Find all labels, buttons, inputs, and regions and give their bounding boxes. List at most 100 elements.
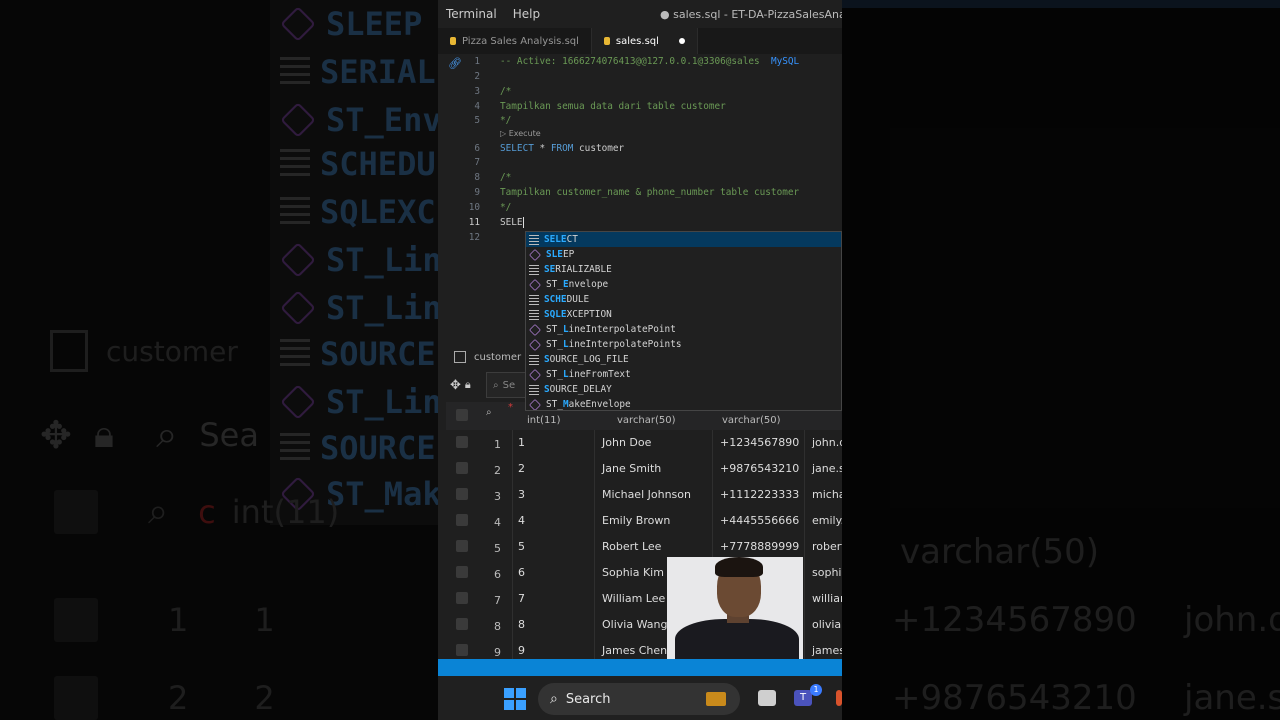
file-explorer-icon[interactable] [758,690,776,706]
cell-id: 3 [518,488,525,501]
suggestion-text: SE [544,264,556,275]
windows-start-icon[interactable] [504,688,526,710]
tab-pizza-sales-analysis[interactable]: Pizza Sales Analysis.sql [438,28,592,54]
bg-cell: john.d [1184,600,1280,640]
cell-name: James Chen [602,644,668,657]
suggestion-text: DULE [566,294,590,305]
bg-results-tab: customer [50,330,238,372]
row-checkbox[interactable] [456,618,468,630]
line-number: 2 [474,71,480,82]
line-number: 10 [468,202,480,213]
code-line-10: */ [500,202,512,213]
move-icon: ✥ [40,412,72,457]
menu-terminal[interactable]: Terminal [438,7,505,21]
suggestion-item[interactable]: ST_ MakeEnvelope [526,397,841,410]
suggestion-item[interactable]: S OURCE_LOG_FILE [526,352,841,367]
cube-icon [529,338,541,351]
row-checkbox[interactable] [456,566,468,578]
select-all-checkbox[interactable] [456,409,468,421]
cell-id: 2 [518,462,525,475]
bg-cell: +9876543210 [892,678,1137,718]
notification-badge: 1 [810,684,822,696]
suggestion-item[interactable]: S OURCE_DELAY [526,382,841,397]
suggestion-text: SQLE [544,309,567,320]
bg-suggest-row: ST_Lin [280,236,438,284]
row-number: 2 [494,464,501,477]
bg-row: 1 1 [54,598,275,642]
cell-name: Olivia Wang [602,618,668,631]
suggestion-item[interactable]: SQLE XCEPTION [526,307,841,322]
text-cursor [522,217,524,228]
row-number: 8 [494,620,501,633]
cell-id: 1 [518,436,525,449]
bg-suggest-row: ST_Env [280,96,438,144]
suggestion-text: ST_ [546,279,563,290]
app-icon[interactable] [836,690,842,706]
suggestion-text: RIALIZABLE [555,264,612,275]
keyword-icon [529,294,539,305]
suggestion-text: ST_ [546,399,563,410]
cell-email: robert [812,540,842,553]
cell-phone: +4445556666 [720,514,800,527]
cell-phone: +9876543210 [720,462,800,475]
line-number: 11 [468,217,480,228]
column-type-name: varchar(50) [617,415,676,426]
teams-icon[interactable]: T [794,690,812,706]
row-checkbox[interactable] [456,644,468,656]
search-highlight-icon [706,692,726,706]
table-icon [454,351,466,363]
move-icon[interactable]: ✥ [450,378,461,393]
row-checkbox[interactable] [456,514,468,526]
code-line-8: /* [500,172,512,183]
cube-icon [529,278,541,291]
row-checkbox[interactable] [456,540,468,552]
code-line-6: SELECT * FROM customer [500,143,625,154]
table-row[interactable]: 2 2 Jane Smith +9876543210 jane.sı [446,456,842,482]
row-checkbox[interactable] [456,436,468,448]
row-number: 4 [494,516,501,529]
row-checkbox[interactable] [456,592,468,604]
bg-suggest-row: ST_Lin [280,284,438,332]
suggestion-item[interactable]: ST_ LineInterpolatePoints [526,337,841,352]
cell-name: Robert Lee [602,540,662,553]
bg-row: 2 2 [54,676,275,720]
row-number: 3 [494,490,501,503]
line-number: 7 [474,157,480,168]
code-line-1: -- Active: 1666274076413@@127.0.0.1@3306… [500,56,800,67]
suggestion-item[interactable]: SLE EP [526,247,841,262]
suggestion-text: CT [566,234,578,245]
keyword-icon [280,433,310,463]
suggestion-item[interactable]: SCHE DULE [526,292,841,307]
execute-codelens[interactable]: ▷ Execute [500,129,541,138]
keyword-icon [280,197,310,227]
cell-name: Michael Johnson [602,488,691,501]
table-row[interactable]: 3 3 Michael Johnson +1112223333 micha [446,482,842,508]
background-left: SLEEP SERIAL ST_Env SCHEDU SQLEXC ST_Lin… [0,0,438,720]
row-checkbox[interactable] [456,488,468,500]
suggestion-item[interactable]: SELE CT [526,232,841,247]
row-checkbox[interactable] [456,462,468,474]
keyword-icon [529,384,539,395]
suggestion-item[interactable]: SE RIALIZABLE [526,262,841,277]
bg-suggest-row: SERIAL [280,48,436,96]
code-line-3: /* [500,86,512,97]
suggestion-item[interactable]: ST_ Envelope [526,277,841,292]
cell-id: 8 [518,618,525,631]
unsaved-dot-icon[interactable] [678,38,685,44]
table-row[interactable]: 1 1 John Doe +1234567890 john.d [446,430,842,456]
table-row[interactable]: 4 4 Emily Brown +4445556666 emily.l [446,508,842,534]
cell-id: 5 [518,540,525,553]
line-number: 6 [474,143,480,154]
suggestion-item[interactable]: ST_ LineFromText [526,367,841,382]
lock-icon[interactable]: 🔒︎ [465,378,471,392]
autocomplete-suggestions: SELE CT SLE EP SE RIALIZABLE ST_ Envelope SCHE DU… [525,231,842,411]
column-type-phone: varchar(50) [722,415,781,426]
filter-search-icon[interactable]: ⌕ [486,407,492,418]
taskbar-search[interactable]: ⌕ Search [538,683,740,715]
line-number: 3 [474,86,480,97]
cell-email: willian [812,592,842,605]
cube-icon [280,242,316,278]
menu-help[interactable]: Help [505,7,548,21]
tab-sales-sql[interactable]: sales.sql [591,28,698,54]
suggestion-item[interactable]: ST_ LineInterpolatePoint [526,322,841,337]
